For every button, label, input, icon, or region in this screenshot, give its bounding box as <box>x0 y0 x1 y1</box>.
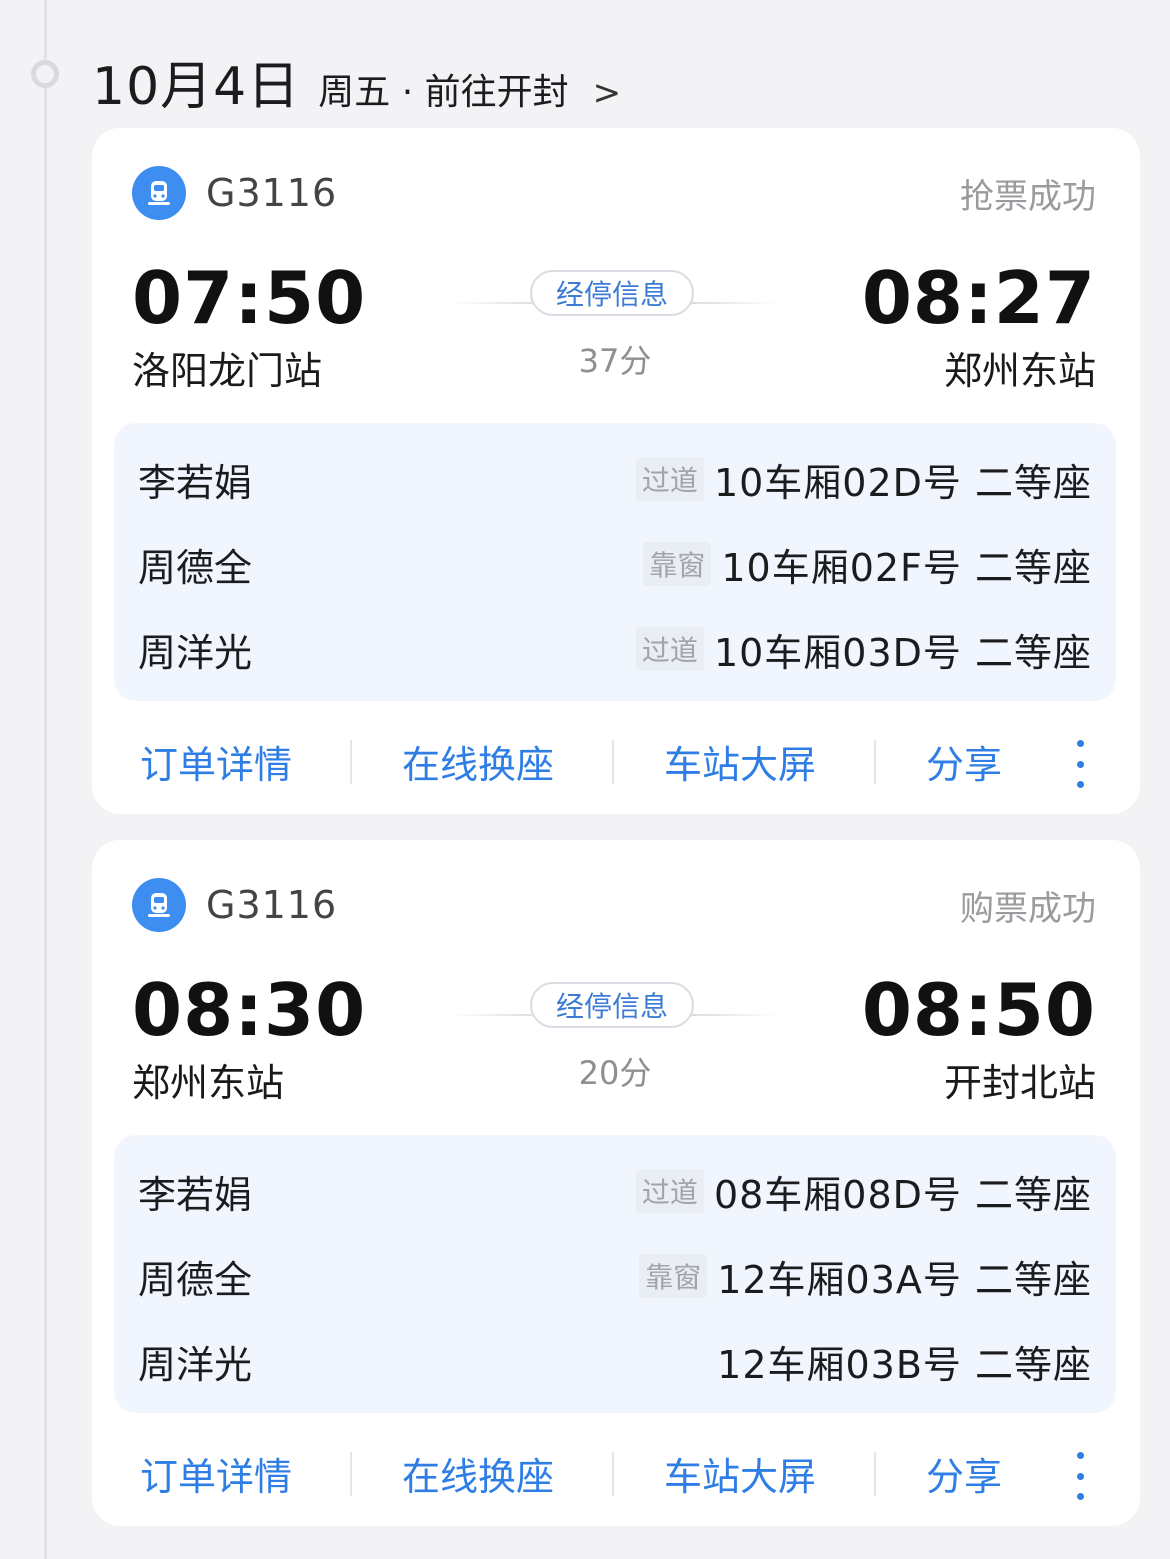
journey-middle: 经停信息 37分 <box>450 270 780 390</box>
train-number: G3116 <box>206 171 338 215</box>
journey-times: 07:50 洛阳龙门站 经停信息 37分 08:27 郑州东站 <box>132 256 1096 393</box>
passenger-row: 周德全 靠窗 10车厢02F号 二等座 <box>138 534 1092 594</box>
passenger-row: 周洋光 12车厢03B号 二等座 <box>138 1331 1092 1391</box>
card-actions: 订单详情 在线换座 车站大屏 分享 <box>92 1446 1140 1506</box>
card-header: G3116 抢票成功 <box>132 166 1096 220</box>
passenger-name: 周德全 <box>138 1257 253 1302</box>
passenger-row: 李若娟 过道 10车厢02D号 二等座 <box>138 449 1092 509</box>
passenger-list: 李若娟 过道 10车厢02D号 二等座 周德全 靠窗 10车厢02F号 二等座 … <box>114 423 1116 701</box>
date-header[interactable]: 10月4日 周五 · 前往开封 > <box>92 44 621 117</box>
divider <box>612 1452 614 1496</box>
passenger-list: 李若娟 过道 08车厢08D号 二等座 周德全 靠窗 12车厢03A号 二等座 … <box>114 1135 1116 1413</box>
timeline-dot <box>31 60 59 88</box>
divider <box>874 740 876 784</box>
divider <box>350 1452 352 1496</box>
passenger-name: 周洋光 <box>138 1342 253 1387</box>
journey-times: 08:30 郑州东站 经停信息 20分 08:50 开封北站 <box>132 968 1096 1105</box>
more-options-icon[interactable] <box>1068 1452 1092 1500</box>
ticket-status: 抢票成功 <box>960 176 1096 217</box>
seat-info: 10车厢02F号 二等座 <box>721 545 1092 590</box>
seat-detail: 过道 08车厢08D号 二等座 <box>635 1164 1092 1219</box>
timeline-line <box>44 0 47 1559</box>
arrival-station: 郑州东站 <box>943 349 1096 393</box>
seat-detail: 靠窗 10车厢02F号 二等座 <box>643 537 1092 592</box>
seat-info: 08车厢08D号 二等座 <box>713 1172 1092 1217</box>
passenger-name: 周洋光 <box>138 630 253 675</box>
train-icon <box>132 878 186 932</box>
passenger-row: 李若娟 过道 08车厢08D号 二等座 <box>138 1161 1092 1221</box>
train-icon <box>132 166 186 220</box>
seat-position-tag: 过道 <box>635 1169 704 1213</box>
journey-middle: 经停信息 20分 <box>450 982 780 1102</box>
share-button[interactable]: 分享 <box>926 734 1002 789</box>
trip-destination: 周五 · 前往开封 <box>318 72 569 113</box>
passenger-name: 李若娟 <box>138 1172 253 1217</box>
seat-info: 10车厢03D号 二等座 <box>713 630 1092 675</box>
seat-position-tag: 过道 <box>635 627 704 671</box>
divider <box>612 740 614 784</box>
departure-time: 08:30 <box>132 968 367 1052</box>
passenger-row: 周德全 靠窗 12车厢03A号 二等座 <box>138 1246 1092 1306</box>
change-seat-button[interactable]: 在线换座 <box>402 1446 554 1501</box>
train-number: G3116 <box>206 883 338 927</box>
stops-info-button[interactable]: 经停信息 <box>530 270 694 316</box>
trip-date: 10月4日 <box>92 57 301 117</box>
chevron-right-icon: > <box>592 73 622 113</box>
seat-detail: 12车厢03B号 二等座 <box>717 1334 1092 1389</box>
seat-info: 10车厢02D号 二等座 <box>713 460 1092 505</box>
ticket-card[interactable]: G3116 购票成功 08:30 郑州东站 经停信息 20分 08:50 开封北… <box>92 840 1140 1526</box>
passenger-name: 李若娟 <box>138 460 253 505</box>
share-button[interactable]: 分享 <box>926 1446 1002 1501</box>
seat-detail: 过道 10车厢02D号 二等座 <box>635 452 1092 507</box>
stops-info-button[interactable]: 经停信息 <box>530 982 694 1028</box>
train-id: G3116 <box>132 878 337 932</box>
seat-detail: 过道 10车厢03D号 二等座 <box>635 622 1092 677</box>
arrival-station: 开封北站 <box>943 1061 1096 1105</box>
seat-info: 12车厢03B号 二等座 <box>717 1342 1092 1387</box>
arrival-time: 08:27 <box>861 256 1096 340</box>
order-details-button[interactable]: 订单详情 <box>140 1446 292 1501</box>
seat-position-tag: 过道 <box>635 457 704 501</box>
passenger-name: 周德全 <box>138 545 253 590</box>
card-header: G3116 购票成功 <box>132 878 1096 932</box>
passenger-row: 周洋光 过道 10车厢03D号 二等座 <box>138 619 1092 679</box>
departure-time: 07:50 <box>132 256 367 340</box>
station-screen-button[interactable]: 车站大屏 <box>664 734 816 789</box>
ticket-card[interactable]: G3116 抢票成功 07:50 洛阳龙门站 经停信息 37分 08:27 郑州… <box>92 128 1140 814</box>
trip-page: 10月4日 周五 · 前往开封 > G3116 抢票成功 07:50 洛阳龙门站… <box>0 0 1170 1559</box>
divider <box>350 740 352 784</box>
change-seat-button[interactable]: 在线换座 <box>402 734 554 789</box>
arrival-time: 08:50 <box>861 968 1096 1052</box>
order-details-button[interactable]: 订单详情 <box>140 734 292 789</box>
departure-station: 洛阳龙门站 <box>132 349 323 393</box>
departure-station: 郑州东站 <box>132 1061 285 1105</box>
journey-duration: 20分 <box>578 1054 652 1092</box>
ticket-status: 购票成功 <box>960 888 1096 929</box>
station-screen-button[interactable]: 车站大屏 <box>664 1446 816 1501</box>
seat-detail: 靠窗 12车厢03A号 二等座 <box>639 1249 1092 1304</box>
more-options-icon[interactable] <box>1068 740 1092 788</box>
seat-info: 12车厢03A号 二等座 <box>717 1257 1092 1302</box>
seat-position-tag: 靠窗 <box>643 542 712 586</box>
divider <box>874 1452 876 1496</box>
train-id: G3116 <box>132 166 337 220</box>
card-actions: 订单详情 在线换座 车站大屏 分享 <box>92 734 1140 794</box>
journey-duration: 37分 <box>578 342 652 380</box>
seat-position-tag: 靠窗 <box>639 1254 708 1298</box>
